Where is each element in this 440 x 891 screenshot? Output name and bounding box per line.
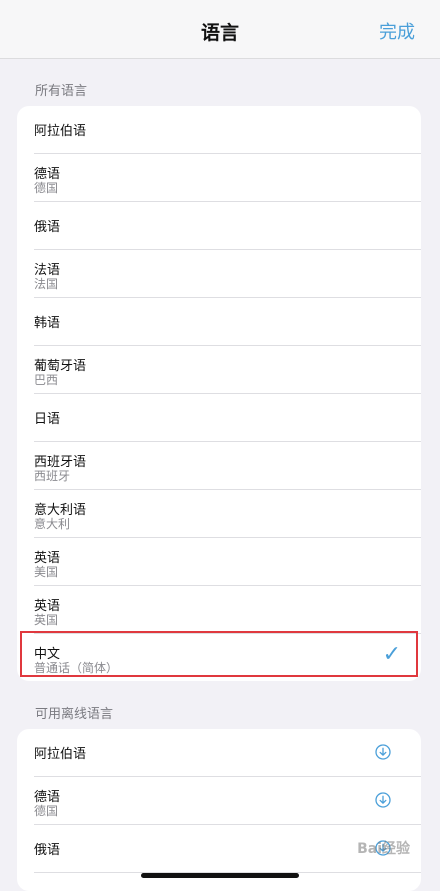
checkmark-icon: ✓ <box>382 642 401 667</box>
language-row-japanese[interactable]: 日语 <box>34 394 421 442</box>
language-region: 法国 <box>34 277 59 291</box>
language-name: 俄语 <box>34 220 61 235</box>
language-row-english-us[interactable]: 英语 美国 <box>34 538 421 586</box>
language-name: 俄语 <box>34 843 61 858</box>
language-row-german[interactable]: 德语 德国 <box>34 154 421 202</box>
language-region: 德国 <box>34 804 59 818</box>
language-region: 西班牙 <box>34 469 71 483</box>
done-button[interactable]: 完成 <box>379 18 415 44</box>
language-row-portuguese[interactable]: 葡萄牙语 巴西 <box>34 346 421 394</box>
navigation-bar: 语言 完成 <box>0 0 440 59</box>
language-region: 英国 <box>34 613 59 627</box>
language-name: 阿拉伯语 <box>34 747 87 762</box>
offline-languages-list: 阿拉伯语 德语 德国 俄语 法语 <box>17 729 421 891</box>
home-indicator[interactable] <box>141 873 299 878</box>
page-title: 语言 <box>200 22 239 44</box>
language-row-korean[interactable]: 韩语 <box>34 298 421 346</box>
language-row-chinese[interactable]: 中文 普通话（简体） ✓ <box>34 634 421 681</box>
language-name: 韩语 <box>34 316 61 331</box>
language-name: 法语 <box>34 887 60 891</box>
language-row-russian[interactable]: 俄语 <box>34 202 421 250</box>
language-row-spanish[interactable]: 西班牙语 西班牙 <box>34 442 421 490</box>
language-name: 阿拉伯语 <box>34 124 87 139</box>
download-icon[interactable] <box>375 792 391 808</box>
offline-row-arabic[interactable]: 阿拉伯语 <box>34 729 421 777</box>
section-header-all-languages: 所有语言 <box>35 84 88 99</box>
language-row-english-uk[interactable]: 英语 英国 <box>34 586 421 634</box>
language-row-italian[interactable]: 意大利语 意大利 <box>34 490 421 538</box>
language-name: 日语 <box>34 412 61 427</box>
language-row-french[interactable]: 法语 法国 <box>34 250 421 298</box>
section-header-offline-languages: 可用离线语言 <box>35 707 114 722</box>
language-region: 巴西 <box>34 373 59 387</box>
all-languages-list: 阿拉伯语 德语 德国 俄语 法语 法国 韩语 葡萄牙语 巴西 日语 西班牙语 西… <box>17 106 421 681</box>
download-icon[interactable] <box>375 744 391 760</box>
watermark-text: Bai经验 <box>357 841 410 857</box>
language-region: 意大利 <box>34 517 71 531</box>
language-row-arabic[interactable]: 阿拉伯语 <box>34 106 421 154</box>
language-region: 德国 <box>34 181 59 195</box>
language-region: 美国 <box>34 565 59 579</box>
offline-row-german[interactable]: 德语 德国 <box>34 777 421 825</box>
language-region: 普通话（简体） <box>34 661 119 675</box>
